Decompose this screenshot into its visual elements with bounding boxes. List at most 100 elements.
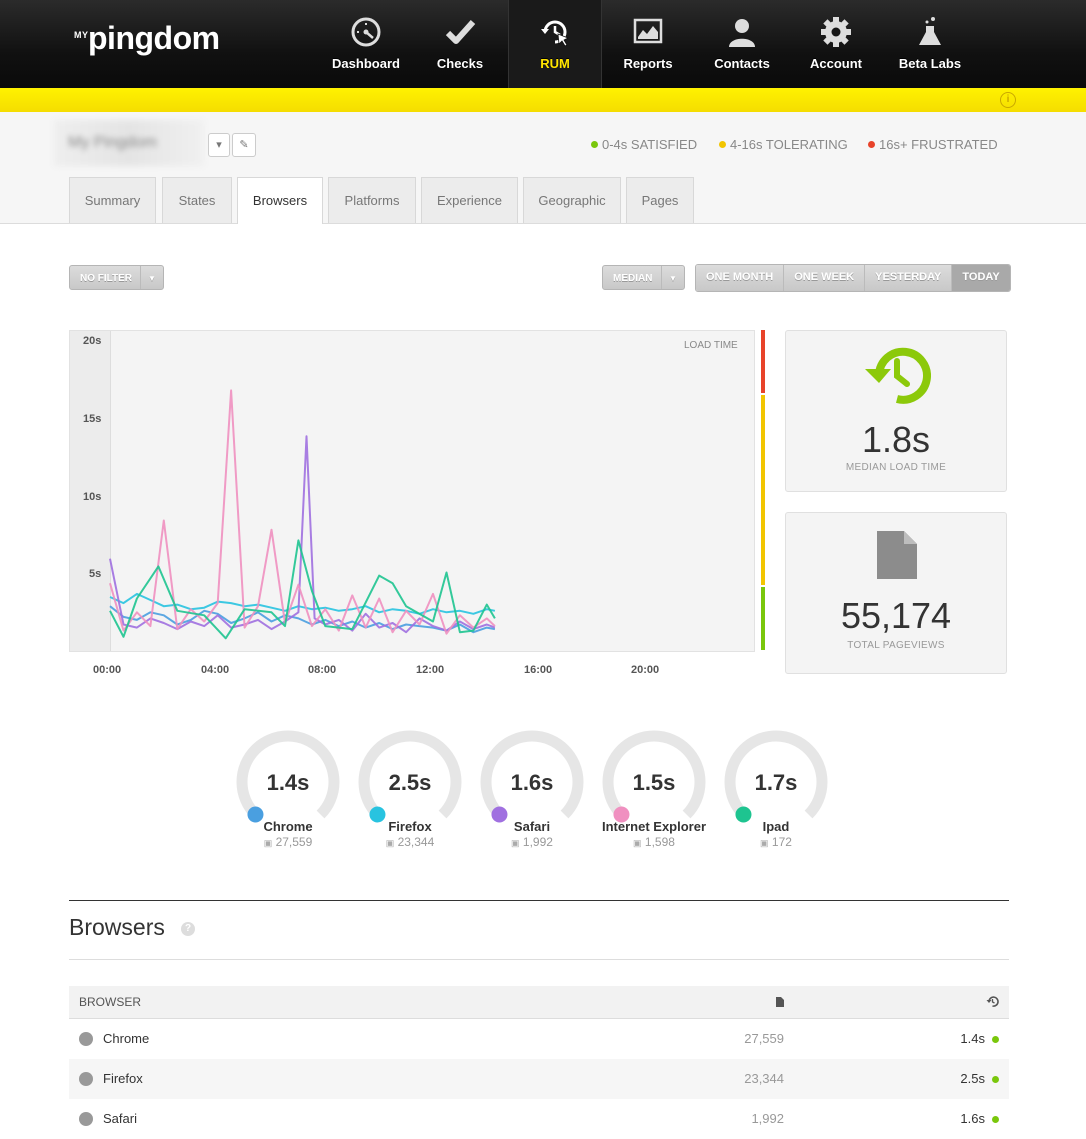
nav-reports-label: Reports [623, 56, 673, 71]
x-tick-label: 08:00 [308, 664, 337, 676]
notification-bar: i [0, 88, 1086, 112]
nav-account-label: Account [810, 56, 862, 71]
pencil-icon: ✎ [239, 139, 249, 151]
gauge-pageviews-count: 1,598 [644, 835, 675, 849]
flask-icon [919, 17, 941, 45]
load-time-chart [69, 330, 755, 652]
nav-contacts-label: Contacts [714, 56, 770, 71]
range-yesterday[interactable]: YESTERDAY [865, 265, 953, 291]
rum-subheader: My Pingdom ▾ ✎ 0-4s SATISFIED 4-16s TOLE… [0, 112, 1086, 224]
table-row[interactable]: Safari 1,992 1.6s [69, 1099, 1009, 1139]
status-dot-icon [992, 1036, 999, 1043]
aggregate-dropdown[interactable]: MEDIAN ▼ [602, 265, 685, 290]
speedometer-icon [351, 17, 381, 47]
top-navigation-bar: MY pingdom Dashboard Checks RUM Reports … [0, 0, 1086, 88]
range-today[interactable]: TODAY [952, 265, 1010, 291]
gauge-value: 1.6s [510, 770, 554, 795]
gauge-pageviews-count: 172 [771, 835, 792, 849]
browser-load-time: 1.6s [960, 1111, 985, 1126]
frustrated-scale-bar [761, 330, 765, 393]
total-pageviews-label: TOTAL PAGEVIEWS [847, 640, 945, 651]
table-row[interactable]: Firefox 23,344 2.5s [69, 1059, 1009, 1099]
gauge-value: 1.5s [632, 770, 676, 795]
nav-dashboard[interactable]: Dashboard [320, 0, 412, 88]
section-divider [69, 959, 1009, 960]
nav-rum[interactable]: RUM [508, 0, 602, 88]
gauge-value: 1.4s [266, 770, 310, 795]
document-icon [877, 531, 917, 579]
nav-dashboard-label: Dashboard [332, 56, 400, 71]
gauge-browser-name: Safari [513, 819, 551, 834]
nav-checks[interactable]: Checks [414, 0, 506, 88]
tab-browsers[interactable]: Browsers [237, 177, 323, 224]
section-divider [69, 900, 1009, 901]
nav-checks-label: Checks [436, 56, 484, 71]
time-range-selector: ONE MONTH ONE WEEK YESTERDAY TODAY [695, 264, 1011, 292]
gauge-value: 2.5s [388, 770, 432, 795]
tab-experience[interactable]: Experience [421, 177, 518, 223]
nav-account[interactable]: Account [790, 0, 882, 88]
browser-load-time: 1.4s [960, 1031, 985, 1046]
pageviews-column-icon[interactable] [776, 997, 784, 1007]
person-icon [729, 19, 755, 47]
edit-site-button[interactable]: ✎ [232, 133, 256, 157]
info-icon[interactable]: i [1000, 92, 1016, 108]
median-load-time-box: 1.8s MEDIAN LOAD TIME [785, 330, 1007, 492]
load-time-column-icon[interactable] [986, 995, 999, 1008]
document-icon: ▣ [760, 838, 769, 848]
site-dropdown-button[interactable]: ▾ [208, 133, 230, 157]
chart-title: LOAD TIME [684, 340, 738, 351]
gauge-value: 1.7s [754, 770, 798, 795]
range-one-month[interactable]: ONE MONTH [696, 265, 785, 291]
y-tick-label: 5s [89, 568, 102, 580]
nav-rum-label: RUM [540, 56, 570, 71]
filter-dropdown[interactable]: NO FILTER ▼ [69, 265, 164, 290]
help-icon[interactable]: ? [181, 922, 195, 936]
nav-beta-labs[interactable]: Beta Labs [884, 0, 976, 88]
reports-icon [633, 18, 663, 44]
satisfied-scale-bar [761, 587, 765, 650]
x-tick-label: 00:00 [93, 664, 122, 676]
gauge-pageviews: ▣ 1,992 [474, 835, 590, 849]
status-dot-icon [992, 1116, 999, 1123]
legend-tolerating: 4-16s TOLERATING [719, 137, 848, 152]
document-icon: ▣ [385, 838, 395, 848]
nav-reports[interactable]: Reports [602, 0, 694, 88]
table-row[interactable]: Chrome 27,559 1.4s [69, 1019, 1009, 1059]
filter-label: NO FILTER [80, 273, 133, 284]
site-selector[interactable]: My Pingdom [54, 120, 204, 166]
browser-pageviews: 1,992 [751, 1111, 784, 1126]
status-dot-icon [992, 1076, 999, 1083]
median-load-time-label: MEDIAN LOAD TIME [845, 462, 947, 473]
tab-geographic[interactable]: Geographic [523, 177, 621, 223]
gauge-browser-name: Chrome [263, 819, 313, 834]
tab-pages[interactable]: Pages [626, 177, 694, 223]
nav-contacts[interactable]: Contacts [696, 0, 788, 88]
document-icon: ▣ [263, 838, 273, 848]
total-pageviews-value: 55,174 [840, 595, 952, 636]
gauge-browser-name: Internet Explorer [601, 819, 707, 834]
satisfied-dot-icon [591, 141, 598, 148]
tab-summary[interactable]: Summary [69, 177, 156, 223]
tolerating-scale-bar [761, 395, 765, 585]
gear-icon [821, 17, 851, 47]
x-tick-label: 04:00 [201, 664, 230, 676]
gauge-pageviews-count: 27,559 [275, 835, 313, 849]
chevron-down-icon: ▼ [140, 266, 163, 289]
tab-states[interactable]: States [162, 177, 232, 223]
site-name: My Pingdom [68, 134, 157, 151]
gauge-pageviews: ▣ 1,598 [596, 835, 712, 849]
legend-satisfied-label: 0-4s SATISFIED [602, 137, 698, 152]
median-load-time-value: 1.8s [861, 419, 931, 460]
logo-name: pingdom [88, 20, 220, 56]
rum-icon [541, 20, 569, 47]
browser-load-time: 2.5s [960, 1071, 985, 1086]
range-one-week[interactable]: ONE WEEK [784, 265, 866, 291]
nav-beta-labs-label: Beta Labs [898, 56, 962, 71]
firefox-icon [79, 1072, 93, 1086]
browsers-section-title: Browsers [69, 914, 165, 940]
column-browser[interactable]: BROWSER [79, 995, 141, 1009]
aggregate-label: MEDIAN [613, 273, 653, 284]
tab-platforms[interactable]: Platforms [328, 177, 416, 223]
chevron-down-icon: ▾ [216, 139, 222, 151]
